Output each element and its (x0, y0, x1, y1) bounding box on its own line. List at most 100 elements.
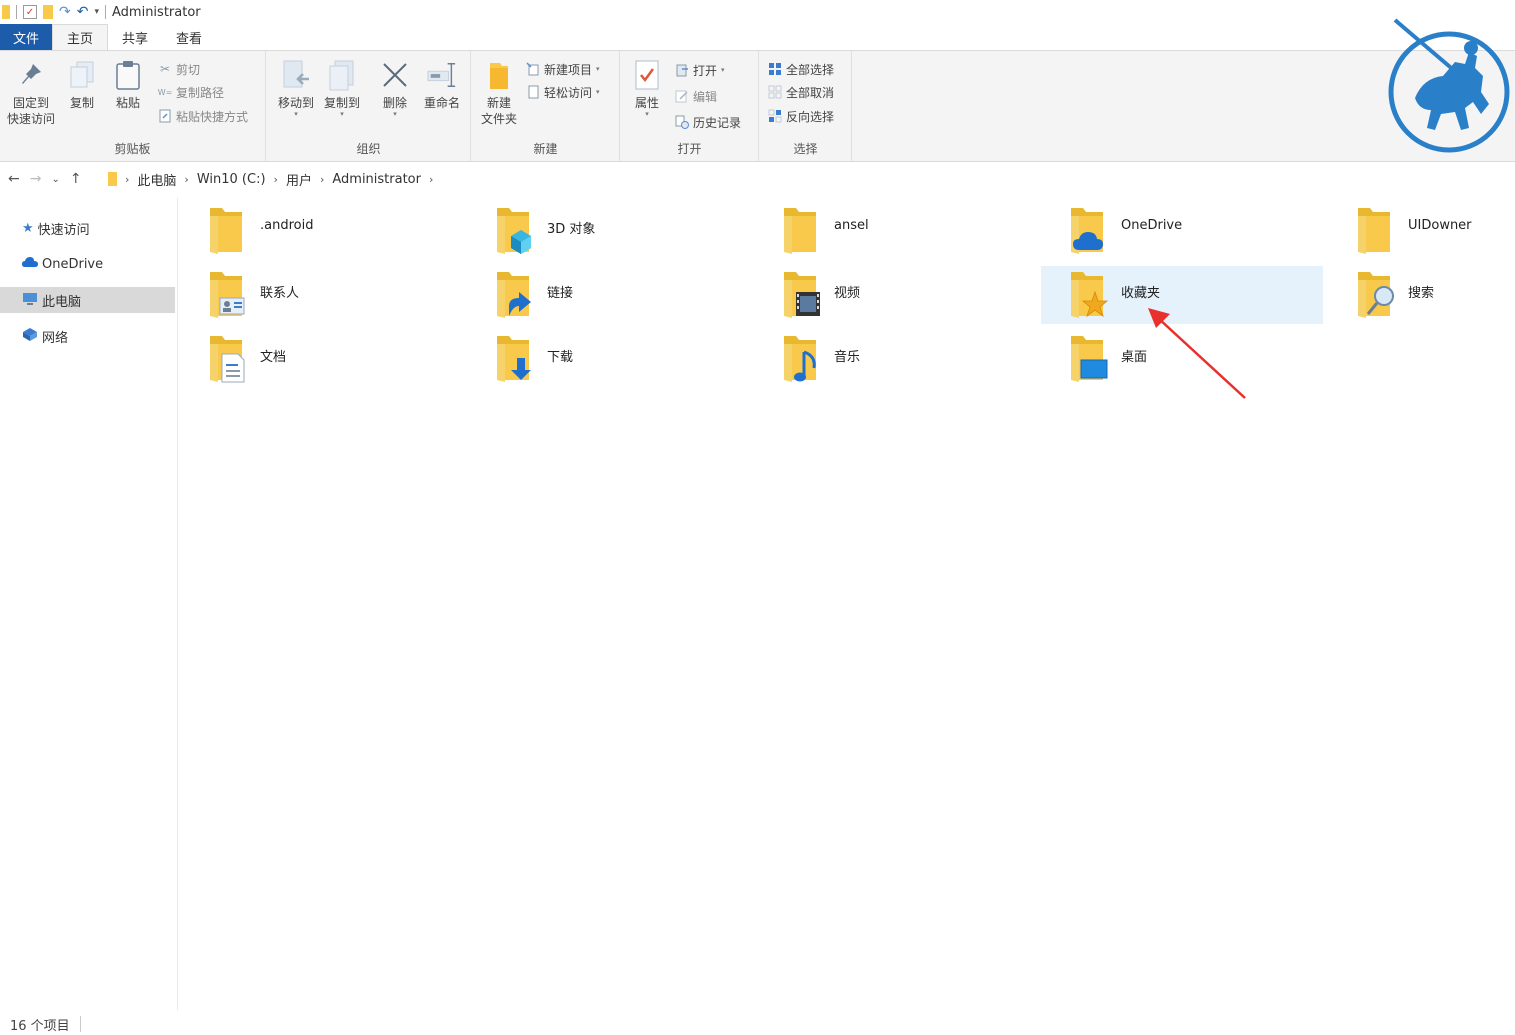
chevron-right-icon[interactable]: › (125, 173, 129, 186)
new-group-label: 新建 (533, 142, 558, 156)
new-item-button[interactable]: 新建项目 ▾ (526, 59, 600, 79)
breadcrumb-drive[interactable]: Win10 (C:) (197, 172, 266, 187)
dropdown-arrow-icon: ▾ (340, 110, 344, 118)
rename-label: 重命名 (423, 96, 460, 110)
folder-name: .android (260, 218, 314, 233)
folder-app-icon (2, 5, 10, 19)
folder-name: 链接 (547, 286, 574, 301)
folder-item[interactable]: 链接 (467, 266, 749, 324)
select-group: 全部选择 全部取消 反向选择 选择 (760, 51, 852, 161)
move-to-button[interactable]: 移动到 ▾ (273, 57, 319, 118)
new-item-icon (526, 62, 540, 76)
title-bar: ✓ ↷ ↶ ▾ Administrator (0, 0, 1515, 24)
new-folder-label: 新建 文件夹 (480, 96, 517, 126)
select-none-button[interactable]: 全部取消 (768, 82, 834, 102)
folder-item[interactable]: 收藏夹 (1041, 266, 1323, 324)
back-arrow-icon[interactable]: ← (8, 171, 20, 187)
easy-access-label: 轻松访问 (544, 85, 593, 100)
favorites-folder-icon (1069, 266, 1119, 322)
copy-to-button[interactable]: 复制到 ▾ (319, 57, 365, 118)
organize-group: 移动到 ▾ 复制到 ▾ 删除 ▾ 重命名 组织 (267, 51, 471, 161)
open-group: 属性 ▾ 打开 ▾ 编辑 历史记录 打开 (621, 51, 759, 161)
breadcrumb-this-pc[interactable]: 此电脑 (137, 170, 176, 189)
clipboard-group-label: 剪贴板 (114, 142, 151, 156)
cloud-icon (22, 256, 38, 272)
folder-item[interactable]: 联系人 (180, 266, 462, 324)
open-button[interactable]: 打开 ▾ (675, 60, 725, 80)
history-button[interactable]: 历史记录 (675, 112, 741, 132)
navigation-buttons: ← → ⌄ ↑ (0, 171, 108, 187)
pin-to-quick-access-button[interactable]: 固定到 快速访问 (4, 57, 58, 127)
folder-name: 下载 (547, 350, 574, 365)
copy-button[interactable]: 复制 (62, 57, 102, 111)
delete-button[interactable]: 删除 ▾ (375, 57, 415, 118)
edit-button[interactable]: 编辑 (675, 86, 717, 106)
paste-button[interactable]: 粘贴 (108, 57, 148, 111)
new-group: 新建 文件夹 新建项目 ▾ 轻松访问 ▾ 新建 (472, 51, 620, 161)
folder-item[interactable]: 视频 (754, 266, 1036, 324)
properties-button[interactable]: 属性 ▾ (627, 57, 667, 118)
recent-locations-chevron-icon[interactable]: ⌄ (51, 174, 59, 185)
move-to-label: 移动到 (277, 96, 314, 110)
folder-item[interactable]: 搜索 (1328, 266, 1515, 324)
folder-item[interactable]: .android (180, 202, 462, 260)
organize-group-label: 组织 (356, 142, 381, 156)
forward-arrow-icon[interactable]: → (30, 171, 42, 187)
folder-item[interactable]: ansel (754, 202, 1036, 260)
select-all-button[interactable]: 全部选择 (768, 59, 834, 79)
open-group-label: 打开 (677, 142, 702, 156)
easy-access-button[interactable]: 轻松访问 ▾ (526, 82, 600, 102)
chevron-right-icon[interactable]: › (320, 173, 324, 186)
copy-path-button[interactable]: W= 复制路径 (158, 82, 224, 102)
folder-item[interactable]: 桌面 (1041, 330, 1323, 388)
dropdown-arrow-icon: ▾ (596, 88, 600, 96)
folder-item[interactable]: UIDowner (1328, 202, 1515, 260)
nav-item-quick-access[interactable]: ★ 快速访问 (0, 215, 175, 241)
invert-selection-button[interactable]: 反向选择 (768, 106, 834, 126)
properties-label: 属性 (634, 96, 659, 110)
up-arrow-icon[interactable]: ↑ (70, 171, 82, 187)
edit-label: 编辑 (693, 89, 718, 104)
paste-label: 粘贴 (115, 96, 140, 110)
nav-item-network[interactable]: 网络 (0, 323, 175, 349)
properties-quick-icon[interactable]: ✓ (23, 5, 37, 19)
paste-shortcut-button[interactable]: 粘贴快捷方式 (158, 106, 248, 126)
pin-label: 固定到 快速访问 (6, 96, 55, 126)
copy-label: 复制 (69, 96, 94, 110)
redo-icon[interactable]: ↷ (59, 4, 71, 20)
customize-dropdown-icon[interactable]: ▾ (94, 7, 99, 17)
chevron-right-icon[interactable]: › (274, 173, 278, 186)
videos-folder-icon (782, 266, 832, 322)
new-folder-button[interactable]: 新建 文件夹 (476, 57, 522, 127)
3d-objects-folder-icon (495, 202, 545, 258)
folder-item[interactable]: 下载 (467, 330, 749, 388)
breadcrumb[interactable]: › 此电脑 › Win10 (C:) › 用户 › Administrator … (108, 170, 433, 189)
select-none-label: 全部取消 (786, 85, 835, 100)
cut-button[interactable]: ✂ 剪切 (158, 59, 200, 79)
tab-file[interactable]: 文件 (0, 24, 53, 50)
nav-item-label: 此电脑 (42, 294, 82, 310)
dropdown-arrow-icon: ▾ (393, 110, 397, 118)
tab-view[interactable]: 查看 (162, 24, 216, 50)
chevron-right-icon[interactable]: › (429, 173, 433, 186)
folder-item[interactable]: 音乐 (754, 330, 1036, 388)
undo-icon[interactable]: ↶ (77, 4, 89, 20)
folder-name: UIDowner (1408, 218, 1472, 233)
rename-button[interactable]: 重命名 (419, 57, 465, 111)
breadcrumb-administrator[interactable]: Administrator (332, 172, 421, 187)
chevron-right-icon[interactable]: › (184, 173, 188, 186)
folder-item[interactable]: OneDrive (1041, 202, 1323, 260)
nav-item-label: 快速访问 (37, 222, 90, 238)
tab-home[interactable]: 主页 (52, 24, 109, 50)
scissors-icon: ✂ (159, 62, 171, 76)
new-folder-quick-icon[interactable] (43, 5, 53, 19)
tab-share[interactable]: 共享 (108, 24, 162, 50)
pin-icon (16, 57, 46, 93)
separator (105, 5, 106, 19)
folder-item[interactable]: 3D 对象 (467, 202, 749, 260)
breadcrumb-users[interactable]: 用户 (286, 170, 312, 189)
nav-item-this-pc[interactable]: 此电脑 (0, 287, 175, 313)
select-all-icon (768, 62, 782, 76)
nav-item-onedrive[interactable]: OneDrive (0, 251, 175, 277)
folder-item[interactable]: 文档 (180, 330, 462, 388)
